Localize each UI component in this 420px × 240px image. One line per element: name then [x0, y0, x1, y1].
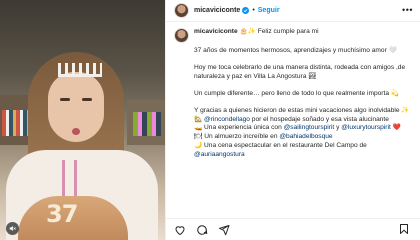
person-eye-right: [82, 98, 92, 101]
post-header: micaviciconte • Seguir •••: [166, 0, 420, 22]
sound-toggle-button[interactable]: [6, 222, 19, 235]
action-bar: [166, 218, 420, 240]
background-books: [2, 110, 28, 136]
caption-paragraph: 37 años de momentos hermosos, aprendizaj…: [194, 47, 397, 54]
line-text: ❤️: [390, 124, 401, 132]
heart-icon: [175, 225, 185, 235]
mention-link[interactable]: @luxurytourspirit: [341, 124, 391, 131]
sparkler-candle: [62, 160, 65, 200]
post-media[interactable]: 37: [0, 0, 165, 240]
post-caption: micaviciconte 🎂✨ Feliz cumple para mi 37…: [174, 28, 414, 160]
bookmark-icon[interactable]: [398, 223, 410, 235]
follow-button[interactable]: Seguir: [258, 7, 280, 14]
caption-paragraph: Hoy me toca celebrarlo de una manera dis…: [194, 63, 406, 80]
like-button[interactable]: [174, 224, 186, 236]
share-button[interactable]: [218, 224, 230, 236]
caption-line: 🌙 Una cena espectacular en el restaurant…: [194, 142, 412, 160]
caption-first-line: 🎂✨ Feliz cumple para mi: [239, 28, 319, 35]
mention-link[interactable]: @auriaangostura: [194, 151, 245, 158]
caption-avatar[interactable]: [174, 28, 189, 43]
caption-username[interactable]: micaviciconte: [194, 28, 238, 35]
sparkler-candle: [74, 160, 77, 200]
party-crown: [58, 63, 102, 77]
separator-dot: •: [252, 7, 255, 14]
line-text: por el hospedaje soñado y esa vista aluc…: [249, 115, 389, 123]
caption-paragraph: Y gracias a quienes hicieron de estas mi…: [194, 106, 410, 114]
avatar[interactable]: [174, 3, 189, 18]
line-text: 🌙 Una cena espectacular en el restaurant…: [194, 142, 367, 150]
line-text: 🍽 Un almuerzo increíble en: [194, 133, 280, 141]
share-icon: [219, 224, 230, 235]
person-mouth: [72, 128, 80, 135]
person-eye-left: [60, 98, 70, 101]
verified-badge-icon: [242, 7, 250, 14]
line-emoji: 🏡: [194, 115, 205, 123]
line-text: 🚤 Una experiencia única con: [194, 124, 284, 132]
more-options-icon[interactable]: •••: [402, 5, 413, 15]
caption-paragraph: Un cumple diferente… pero lleno de todo …: [194, 89, 400, 97]
post-username[interactable]: micaviciconte: [194, 7, 240, 14]
mention-link[interactable]: @bahiadelbosque: [279, 133, 332, 140]
post-panel: micaviciconte • Seguir ••• micaviciconte…: [165, 0, 420, 240]
mention-link[interactable]: @rincondellago: [204, 116, 250, 123]
caption-line: 🍽 Un almuerzo increíble en @bahiadelbosq…: [194, 133, 412, 142]
comment-button[interactable]: [196, 224, 208, 236]
sound-off-icon: [9, 226, 16, 231]
cake-number: 37: [46, 200, 78, 228]
mention-link[interactable]: @sailingtourspirit: [284, 124, 335, 131]
comment-icon: [197, 224, 208, 235]
caption-body: 37 años de momentos hermosos, aprendizaj…: [194, 47, 412, 160]
background-books-right: [133, 112, 161, 136]
caption-line: 🚤 Una experiencia única con @sailingtour…: [194, 124, 412, 133]
